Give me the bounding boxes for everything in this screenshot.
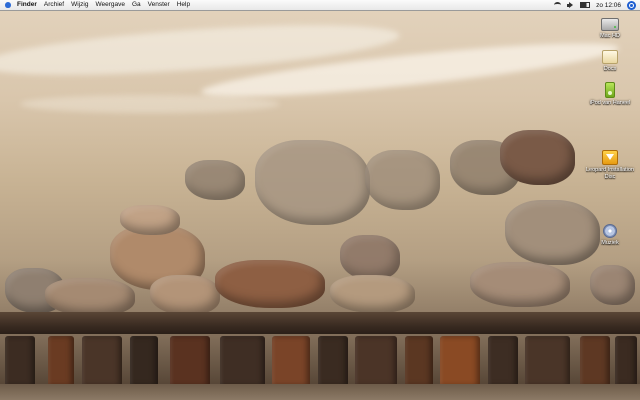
desktop-icon-label: Docs: [603, 66, 617, 72]
wifi-icon[interactable]: [554, 2, 562, 8]
desktop-icon-docs[interactable]: Docs: [582, 50, 638, 73]
disk-icon: [603, 224, 617, 238]
wave-foam: [20, 95, 280, 113]
wooden-beam: [0, 312, 640, 334]
ipod-icon: [605, 82, 615, 98]
gravel-ground: [0, 384, 640, 400]
wooden-post: [48, 336, 74, 386]
battery-icon[interactable]: [580, 2, 591, 8]
desktop-icon-label: Leopard Installation Disc: [585, 167, 634, 180]
wooden-post: [170, 336, 210, 386]
wooden-post: [615, 336, 637, 386]
wooden-post: [272, 336, 310, 386]
rock: [590, 265, 635, 305]
hard-drive-icon: [601, 18, 619, 31]
rock: [330, 275, 415, 313]
rock: [185, 160, 245, 200]
menu-help[interactable]: Help: [177, 0, 190, 10]
desktop-icon-muziek[interactable]: Muziek: [582, 224, 638, 247]
wooden-post: [220, 336, 265, 386]
rock: [365, 150, 440, 210]
desktop-icon-ipod[interactable]: iPod van Haneel: [582, 82, 638, 107]
wooden-post: [440, 336, 480, 386]
menu-ga[interactable]: Ga: [132, 0, 141, 10]
desktop-icon-mac-hd[interactable]: Mac HD: [582, 18, 638, 40]
rock: [470, 262, 570, 307]
wooden-post: [525, 336, 570, 386]
menu-clock[interactable]: zo 12:06: [596, 2, 621, 9]
spotlight-icon[interactable]: [627, 0, 636, 10]
wooden-post: [580, 336, 610, 386]
menu-bar: Finder Archief Wijzig Weergave Ga Venste…: [0, 0, 640, 11]
rock: [340, 235, 400, 280]
desktop-wallpaper: [0, 0, 640, 400]
wooden-post: [318, 336, 348, 386]
wooden-post: [82, 336, 122, 386]
apple-icon[interactable]: [5, 2, 11, 8]
wooden-post: [130, 336, 158, 386]
menu-finder[interactable]: Finder: [17, 0, 37, 10]
menu-weergave[interactable]: Weergave: [95, 0, 125, 10]
menu-extras: zo 12:06: [554, 0, 640, 10]
rock: [120, 205, 180, 235]
wooden-post: [488, 336, 518, 386]
desktop-icon-label: Mac HD: [600, 33, 620, 39]
rock: [255, 140, 370, 225]
install-disc-icon: [602, 150, 618, 165]
rock: [150, 275, 220, 315]
volume-icon[interactable]: [567, 1, 574, 9]
rock: [215, 260, 325, 308]
menu-wijzig[interactable]: Wijzig: [71, 0, 88, 10]
rock: [45, 278, 135, 316]
wooden-post: [5, 336, 35, 386]
menu-archief[interactable]: Archief: [44, 0, 64, 10]
menu-venster[interactable]: Venster: [148, 0, 170, 10]
rock: [500, 130, 575, 185]
desktop-icon-label: iPod van Haneel: [589, 100, 631, 106]
desktop-icon-label: Muziek: [601, 240, 619, 246]
wooden-post: [355, 336, 397, 386]
document-icon: [602, 50, 618, 64]
desktop-icon-leopard-install[interactable]: Leopard Installation Disc: [582, 150, 638, 180]
wooden-post: [405, 336, 433, 386]
